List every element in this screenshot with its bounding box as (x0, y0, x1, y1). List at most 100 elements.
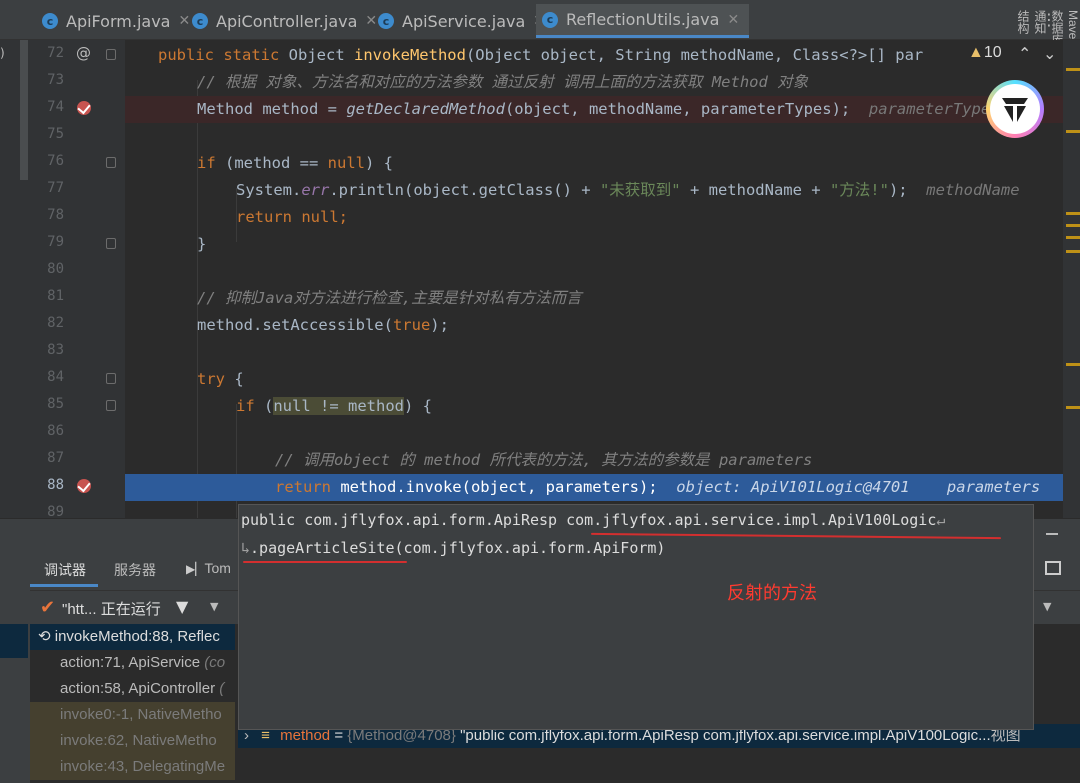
variables-pane (238, 748, 1080, 783)
line-number: 84 (47, 369, 64, 385)
code-line-85: if (null != method) { (236, 397, 432, 415)
line-number: 76 (47, 153, 64, 169)
fold-icon[interactable] (106, 49, 116, 60)
breakpoint-icon[interactable] (77, 101, 91, 115)
line-number: 79 (47, 234, 64, 250)
tab-apicontroller[interactable]: c ApiController.java ✕ (186, 4, 377, 38)
terminal-icon: ▶▏ (186, 562, 205, 576)
fold-icon[interactable] (106, 238, 116, 249)
line-number: 83 (47, 342, 64, 358)
debug-side-strip (0, 548, 30, 783)
stripe-marker[interactable] (1066, 212, 1080, 215)
tab-label: ApiForm.java (66, 11, 171, 31)
line-number: 77 (47, 180, 64, 196)
popup-line-1: public com.jflyfox.api.form.ApiResp com.… (241, 511, 946, 529)
line-number: 78 (47, 207, 64, 223)
breakpoint-icon[interactable] (77, 479, 91, 493)
code-line-79: } (197, 235, 207, 253)
warning-counter[interactable]: ▲10 (968, 44, 1002, 62)
fold-marker: ) (0, 46, 5, 60)
stripe-marker[interactable] (1066, 224, 1080, 227)
fold-icon[interactable] (106, 400, 116, 411)
error-stripe[interactable] (1063, 40, 1080, 518)
code-line-81: // 抑制Java对方法进行检查,主要是针对私有方法而言 (197, 289, 582, 307)
frame-item[interactable]: ⟲ invokeMethod:88, Reflec (30, 624, 235, 650)
restore-icon: ⟲ (38, 628, 51, 645)
line-number: 85 (47, 396, 64, 412)
logo-glyph (1002, 98, 1028, 122)
dropdown-icon[interactable]: ▼ (1043, 600, 1051, 613)
line-number: 74 (47, 99, 64, 115)
filter-icon[interactable]: ▼ (176, 597, 188, 616)
code-line-77: System.err.println(object.getClass() + "… (236, 181, 1020, 199)
active-tab-underline (30, 584, 98, 587)
editor-gutter: 72 73 74 75 76 77 78 79 80 81 82 83 84 8… (30, 40, 125, 520)
tab-label: ApiService.java (402, 11, 526, 31)
code-line-84: try { (197, 370, 244, 388)
code-editor[interactable]: public static Object invokeMethod(Object… (125, 40, 1063, 518)
warning-icon: ▲ (968, 44, 984, 61)
line-number: 86 (47, 423, 64, 439)
code-line-88-current: return method.invoke(object, parameters)… (125, 474, 1063, 501)
java-class-icon: c (42, 13, 58, 29)
tab-apiservice[interactable]: c ApiService.java ✕ (372, 4, 545, 38)
code-line-82: method.setAccessible(true); (197, 316, 449, 334)
line-number: 73 (47, 72, 64, 88)
line-number: 72 (47, 45, 64, 61)
check-icon: ✔ (40, 597, 56, 618)
code-line-72: public static Object invokeMethod(Object… (158, 46, 924, 64)
line-number: 82 (47, 315, 64, 331)
tab-tomcat[interactable]: ▶▏Tom (186, 560, 231, 576)
left-scrollbar[interactable] (20, 40, 28, 180)
line-number: 75 (47, 126, 64, 142)
tab-reflectionutils[interactable]: c ReflectionUtils.java ✕ (536, 4, 750, 38)
fold-icon[interactable] (106, 157, 116, 168)
red-underline (243, 561, 407, 563)
java-class-icon: c (542, 11, 558, 28)
debug-side-selection (0, 624, 28, 658)
annotation-text: 反射的方法 (727, 583, 817, 603)
chevron-up-icon[interactable]: ⌃ (1018, 44, 1031, 63)
stripe-marker[interactable] (1066, 68, 1080, 71)
code-line-87: // 调用object 的 method 所代表的方法, 其方法的参数是 par… (275, 451, 813, 469)
tab-server[interactable]: 服务器 (114, 560, 156, 580)
line-number: 87 (47, 450, 64, 466)
code-line-76: if (method == null) { (197, 154, 393, 172)
minimize-icon[interactable] (1046, 533, 1058, 535)
frames-list: ⟲ invokeMethod:88, Reflec action:71, Api… (30, 624, 235, 783)
dropdown-icon[interactable]: ▼ (210, 600, 218, 613)
thread-selector[interactable]: "htt... 正在运行 (62, 598, 161, 619)
stripe-marker[interactable] (1066, 363, 1080, 366)
code-line-78: return null; (236, 208, 348, 226)
java-class-icon: c (192, 13, 208, 29)
tab-label: ReflectionUtils.java (566, 10, 720, 29)
line-number: 81 (47, 288, 64, 304)
frame-item[interactable]: invoke0:-1, NativeMetho (30, 702, 235, 728)
tab-label: ApiController.java (216, 11, 358, 31)
popup-line-2: ↳.pageArticleSite(com.jflyfox.api.form.A… (241, 539, 666, 557)
at-icon[interactable]: @ (76, 44, 91, 62)
tab-apiform[interactable]: c ApiForm.java ✕ (36, 4, 190, 38)
frame-item[interactable]: action:71, ApiService (co (30, 650, 235, 676)
chevron-down-icon[interactable]: ⌄ (1043, 44, 1056, 63)
stripe-marker[interactable] (1066, 236, 1080, 239)
frame-item[interactable]: action:58, ApiController ( (30, 676, 235, 702)
plugin-logo-inner (990, 84, 1040, 134)
code-line-74: Method method = getDeclaredMethod(object… (125, 96, 1063, 123)
line-number-current: 88 (47, 477, 64, 493)
frame-item[interactable]: invoke:43, DelegatingMe (30, 754, 235, 780)
java-class-icon: c (378, 13, 394, 29)
project-strip: ) (0, 40, 30, 518)
stripe-marker[interactable] (1066, 130, 1080, 133)
line-number: 80 (47, 261, 64, 277)
stripe-marker[interactable] (1066, 250, 1080, 253)
frame-item[interactable]: invoke:62, NativeMetho (30, 728, 235, 754)
code-line-73: // 根据 对象、方法名和对应的方法参数 通过反射 调用上面的方法获取 Meth… (197, 73, 809, 91)
value-tooltip-popup: public com.jflyfox.api.form.ApiResp com.… (238, 504, 1034, 730)
fold-icon[interactable] (106, 373, 116, 384)
plugin-logo-icon[interactable] (986, 80, 1044, 138)
close-icon[interactable]: ✕ (727, 12, 739, 28)
stripe-marker[interactable] (1066, 406, 1080, 409)
tab-debugger[interactable]: 调试器 (44, 560, 86, 580)
layout-icon[interactable] (1045, 561, 1061, 575)
